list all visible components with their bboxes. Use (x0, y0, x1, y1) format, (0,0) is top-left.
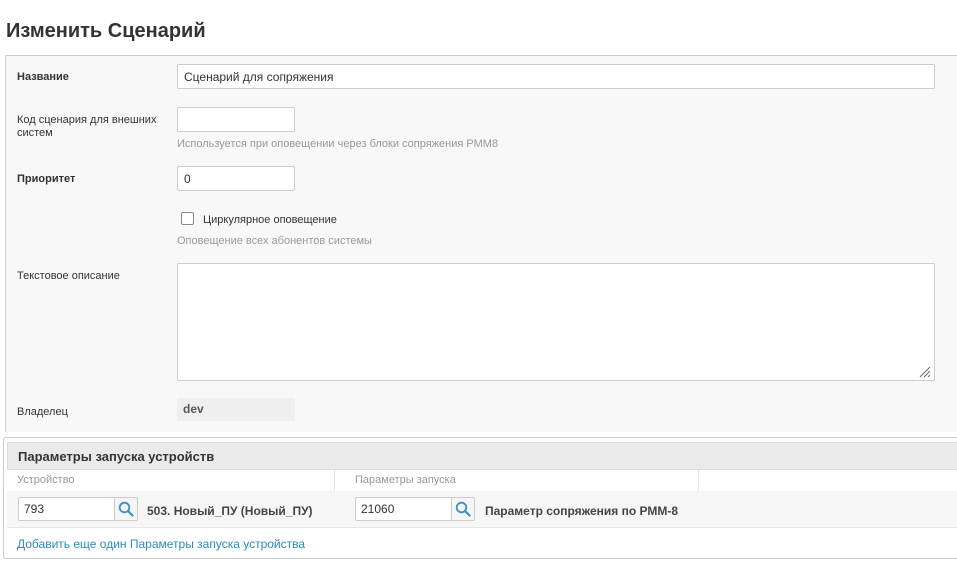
device-params-section: Параметры запуска устройств Устройство П… (3, 437, 957, 559)
priority-input[interactable] (177, 166, 295, 191)
name-label: Название (17, 71, 69, 83)
scenario-form: Название Код сценария для внешних систем… (5, 55, 957, 432)
search-icon (118, 501, 134, 517)
description-textarea[interactable] (177, 263, 935, 381)
external-code-label: Код сценария для внешних систем (17, 114, 157, 139)
device-id-input[interactable] (18, 497, 114, 521)
device-name: 503. Новый_ПУ (Новый_ПУ) (147, 504, 313, 518)
resize-grip-icon[interactable] (918, 365, 931, 378)
device-lookup-button[interactable] (114, 497, 138, 521)
circular-checkbox-label[interactable]: Циркулярное оповещение (203, 214, 337, 226)
owner-row: Владелец dev (6, 390, 957, 432)
priority-row: Приоритет (6, 158, 957, 201)
column-header-params: Параметры запуска (355, 474, 456, 486)
circular-checkbox[interactable] (181, 212, 194, 225)
owner-value: dev (177, 398, 295, 421)
table-row: 503. Новый_ПУ (Новый_ПУ) Параметр сопряж… (7, 491, 957, 528)
param-lookup-button[interactable] (451, 497, 475, 521)
param-name: Параметр сопряжения по РММ-8 (485, 504, 679, 518)
circular-row: Циркулярное оповещение Оповещение всех а… (6, 200, 957, 255)
name-row: Название (6, 56, 957, 99)
external-code-row: Код сценария для внешних систем Использу… (6, 98, 957, 159)
external-code-help: Используется при оповещении через блоки … (177, 138, 499, 150)
param-id-input[interactable] (355, 497, 451, 521)
column-header-device: Устройство (17, 474, 75, 486)
page-title: Изменить Сценарий (6, 20, 206, 42)
description-label: Текстовое описание (17, 270, 120, 282)
device-params-table-header: Устройство Параметры запуска (7, 470, 957, 492)
circular-help: Оповещение всех абонентов системы (177, 235, 372, 247)
priority-label: Приоритет (17, 173, 76, 185)
name-input[interactable] (177, 64, 935, 89)
search-icon (455, 501, 471, 517)
device-params-title: Параметры запуска устройств (7, 442, 957, 470)
external-code-input[interactable] (177, 107, 295, 132)
add-device-param-link[interactable]: Добавить еще один Параметры запуска устр… (17, 537, 305, 551)
description-row: Текстовое описание (6, 254, 957, 391)
owner-label: Владелец (17, 406, 68, 418)
